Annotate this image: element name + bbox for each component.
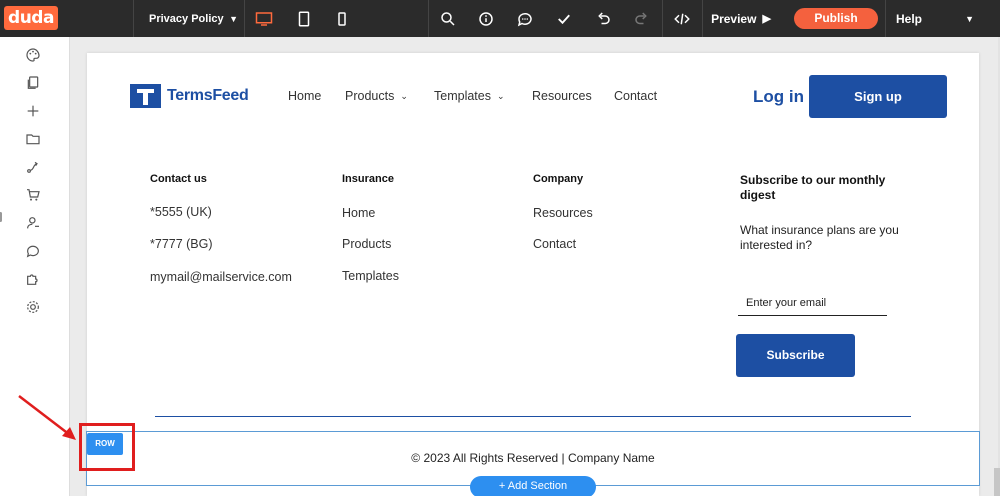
play-icon: ▶ — [762, 13, 771, 25]
help-label: Help — [896, 11, 923, 26]
checklist-button[interactable] — [544, 0, 584, 37]
sidebar-add-button[interactable] — [25, 103, 41, 119]
check-icon — [558, 14, 570, 24]
sidebar-connections-button[interactable] — [25, 159, 41, 175]
brand-name: TermsFeed — [167, 87, 249, 104]
info-icon — [479, 11, 493, 26]
footer-link-products[interactable]: Products — [342, 237, 391, 251]
pages-icon — [27, 76, 39, 89]
info-button[interactable] — [466, 0, 506, 37]
insurance-heading: Insurance — [342, 173, 394, 185]
nav-products[interactable]: Products ⌄ — [345, 89, 408, 103]
sidebar-chat-button[interactable] — [25, 243, 41, 259]
tablet-view-button[interactable] — [284, 0, 324, 37]
chevron-down-icon: ▼ — [965, 13, 974, 24]
add-section-button[interactable]: + Add Section — [470, 476, 596, 496]
nav-label: Home — [288, 89, 322, 103]
nav-resources[interactable]: Resources — [532, 89, 592, 103]
subscribe-heading: Subscribe to our monthly digest — [740, 173, 886, 202]
annotation-arrow-icon — [18, 395, 76, 440]
footer-divider — [155, 416, 911, 417]
redo-icon — [635, 11, 647, 24]
user-icon — [27, 217, 39, 229]
palette-icon — [26, 48, 40, 62]
publish-button[interactable]: Publish — [794, 8, 878, 29]
subscribe-button[interactable]: Subscribe — [736, 334, 855, 377]
code-icon — [674, 13, 690, 24]
puzzle-icon — [27, 274, 38, 285]
footer-link-home[interactable]: Home — [342, 206, 375, 220]
page-selector[interactable]: Privacy Policy ▼ — [140, 0, 244, 37]
login-link[interactable]: Log in — [753, 87, 804, 107]
page-selector-label: Privacy Policy — [149, 12, 224, 25]
gear-icon — [27, 301, 39, 313]
sidebar-members-button[interactable] — [25, 215, 41, 231]
mobile-icon — [338, 11, 346, 26]
search-button[interactable] — [428, 0, 468, 37]
nav-contact[interactable]: Contact — [614, 89, 657, 103]
company-heading: Company — [533, 173, 584, 185]
redo-button[interactable] — [622, 0, 662, 37]
folder-icon — [26, 134, 40, 145]
comments-button[interactable] — [505, 0, 545, 37]
sidebar-settings-button[interactable] — [25, 299, 41, 315]
nav-label: Templates — [434, 89, 491, 103]
signup-button[interactable]: Sign up — [809, 75, 947, 118]
nav-label: Contact — [614, 89, 658, 103]
connect-icon — [27, 161, 38, 173]
duda-logo[interactable]: duda — [4, 6, 58, 30]
nav-label: Products — [345, 89, 395, 103]
contact-phone-uk: *5555 (UK) — [150, 205, 212, 219]
scrollbar-thumb[interactable] — [994, 468, 1000, 496]
plus-icon — [27, 105, 39, 117]
footer-link-contact[interactable]: Contact — [533, 237, 576, 251]
subscribe-question: What insurance plans are you interested … — [740, 223, 899, 252]
footer-link-templates[interactable]: Templates — [342, 269, 399, 283]
chevron-down-icon: ⌄ — [496, 90, 505, 101]
annotation-highlight-box — [79, 423, 135, 471]
undo-button[interactable] — [583, 0, 623, 37]
chat-icon — [26, 245, 39, 258]
email-field[interactable] — [738, 290, 887, 316]
sidebar-design-button[interactable] — [25, 47, 41, 63]
sidebar-apps-button[interactable] — [25, 271, 41, 287]
desktop-view-button[interactable] — [244, 0, 284, 37]
sidebar-content-button[interactable] — [25, 131, 41, 147]
code-button[interactable] — [662, 0, 702, 37]
copyright-text: © 2023 All Rights Reserved | Company Nam… — [411, 451, 655, 465]
top-toolbar: duda Privacy Policy ▼ Preview ▶ Publish — [0, 0, 1000, 37]
nav-label: Resources — [532, 89, 592, 103]
panel-handle[interactable] — [0, 212, 2, 222]
chevron-down-icon: ▼ — [229, 13, 238, 24]
preview-button[interactable]: Preview ▶ — [703, 0, 779, 37]
nav-templates[interactable]: Templates ⌄ — [434, 89, 505, 103]
contact-email[interactable]: mymail@mailservice.com — [150, 270, 292, 284]
contact-phone-bg: *7777 (BG) — [150, 237, 213, 251]
sidebar-store-button[interactable] — [25, 187, 41, 203]
help-menu[interactable]: Help ▼ — [886, 0, 984, 37]
contact-heading: Contact us — [150, 173, 207, 185]
sidebar-pages-button[interactable] — [25, 75, 41, 91]
undo-icon — [598, 11, 610, 24]
search-icon — [441, 11, 455, 26]
comment-icon — [517, 12, 532, 26]
mobile-view-button[interactable] — [322, 0, 362, 37]
nav-home[interactable]: Home — [288, 89, 321, 103]
toolbar-divider — [133, 0, 134, 37]
preview-label: Preview — [711, 11, 757, 26]
cart-icon — [27, 189, 40, 201]
desktop-icon — [255, 11, 273, 26]
page-canvas: TermsFeed Home Products ⌄ Templates ⌄ Reso… — [86, 53, 980, 496]
tablet-icon — [298, 11, 310, 26]
footer-link-resources[interactable]: Resources — [533, 206, 593, 220]
site-logo[interactable]: TermsFeed — [130, 84, 249, 108]
termsfeed-logo-icon — [130, 84, 161, 108]
chevron-down-icon: ⌄ — [400, 90, 408, 101]
